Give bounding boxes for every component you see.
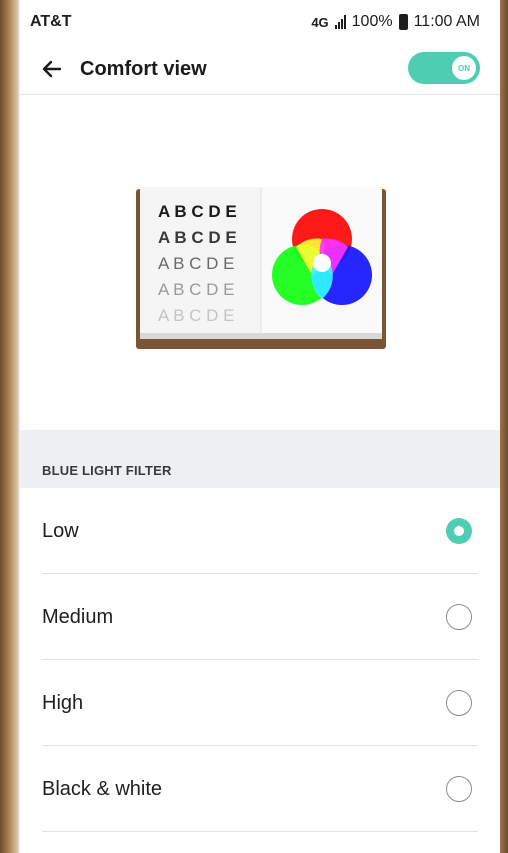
- toggle-knob: ON: [452, 56, 476, 80]
- book-illustration-icon: A B C D E A B C D E A B C D E A B C D E …: [136, 187, 386, 349]
- radio-unselected-icon[interactable]: [446, 690, 472, 716]
- phone-screen: AT&T 4G 100% 11:00 AM Comfort view ON A …: [20, 0, 500, 853]
- option-label: Medium: [42, 605, 114, 628]
- blue-light-filter-options: Low Medium High Black & white: [20, 488, 500, 832]
- letter-row-3: A B C D E: [158, 254, 235, 273]
- option-black-and-white[interactable]: Black & white: [20, 746, 500, 832]
- option-medium[interactable]: Medium: [20, 574, 500, 660]
- clock-label: 11:00 AM: [413, 13, 480, 30]
- letter-row-1: A B C D E: [158, 202, 237, 221]
- option-high[interactable]: High: [20, 660, 500, 746]
- letter-row-5: A B C D E: [158, 306, 235, 325]
- option-label: High: [42, 691, 84, 714]
- signal-strength-icon: [334, 15, 346, 29]
- section-title: BLUE LIGHT FILTER: [42, 463, 172, 478]
- blue-light-filter-header: BLUE LIGHT FILTER: [20, 430, 500, 488]
- comfort-view-illustration: A B C D E A B C D E A B C D E A B C D E …: [20, 95, 500, 431]
- radio-unselected-icon[interactable]: [446, 604, 472, 630]
- option-label: Low: [42, 519, 79, 542]
- option-low[interactable]: Low: [20, 488, 500, 574]
- radio-unselected-icon[interactable]: [446, 776, 472, 802]
- status-indicators: 4G 100% 11:00 AM: [311, 13, 480, 31]
- page-title: Comfort view: [80, 57, 207, 80]
- letter-row-2: A B C D E: [158, 228, 237, 247]
- letter-row-4: A B C D E: [158, 280, 235, 299]
- carrier-label: AT&T: [30, 13, 72, 30]
- comfort-view-toggle[interactable]: ON: [408, 52, 480, 84]
- back-arrow-icon: [42, 60, 62, 78]
- battery-percent-label: 100%: [351, 13, 393, 30]
- option-label: Black & white: [42, 777, 163, 800]
- battery-icon: [398, 14, 408, 30]
- status-bar: AT&T 4G 100% 11:00 AM: [20, 0, 500, 44]
- toggle-state-label: ON: [458, 63, 470, 73]
- radio-selected-icon[interactable]: [446, 518, 472, 544]
- app-bar: Comfort view ON: [20, 44, 500, 94]
- network-type-label: 4G: [311, 14, 329, 30]
- back-button[interactable]: [36, 53, 68, 85]
